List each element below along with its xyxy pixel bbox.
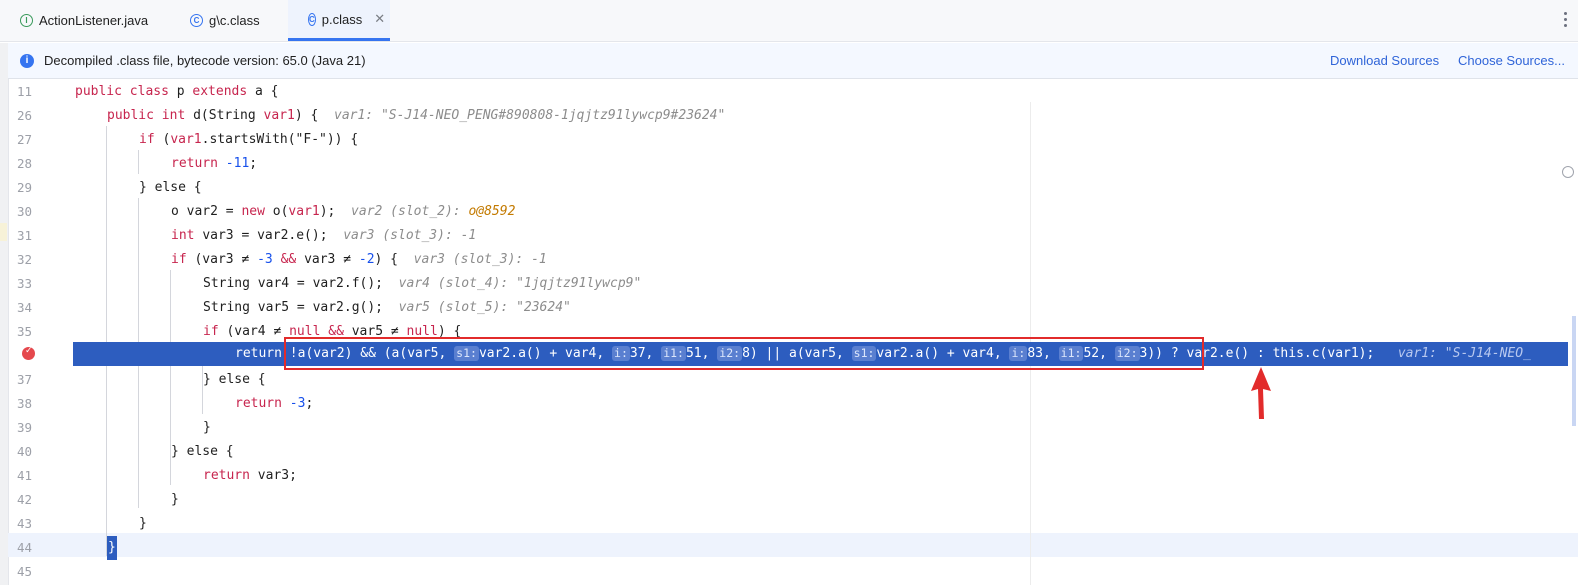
interface-icon: I [20, 14, 33, 27]
code-line: 44 } [8, 536, 1568, 560]
tab-label: g\c.class [209, 13, 260, 28]
line-number: 33 [16, 276, 32, 291]
class-icon: C [190, 14, 203, 27]
line-number: 28 [16, 156, 32, 171]
edge-marker [0, 223, 7, 241]
scrollbar[interactable] [1572, 316, 1576, 426]
code-text: } [203, 420, 211, 435]
code-text: return -3; [235, 396, 314, 411]
annotation-highlight-box [284, 337, 1204, 370]
line-number: 40 [16, 444, 32, 459]
code-text: return -11; [171, 156, 258, 171]
code-line: 11 public class p extends a { [8, 80, 1568, 104]
line-number: 38 [16, 396, 32, 411]
code-text: if (var3 ≠ -3 && var3 ≠ -2) { var3 (slot… [171, 252, 547, 267]
line-number: 31 [16, 228, 32, 243]
code-text: int var3 = var2.e(); var3 (slot_3): -1 [171, 228, 477, 243]
code-text: return var3; [203, 468, 297, 483]
info-icon: i [20, 53, 34, 68]
code-line: 29 } else { [8, 176, 1568, 200]
line-number: 29 [16, 180, 32, 195]
code-text: o var2 = new o(var1); var2 (slot_2): o@8… [171, 204, 516, 219]
line-number: 37 [16, 372, 32, 387]
code-line: 38 return -3; [8, 392, 1568, 416]
class-icon: C [308, 12, 316, 26]
code-line: 39 } [8, 416, 1568, 440]
line-number: 35 [16, 324, 32, 339]
code-text: } [171, 492, 179, 507]
code-line: 33 String var4 = var2.f(); var4 (slot_4)… [8, 272, 1568, 296]
code-line: 26 public int d(String var1) { var1: "S-… [8, 104, 1568, 128]
editor-tab-bar: I ActionListener.java C g\c.class C p.cl… [0, 0, 1578, 42]
download-sources-link[interactable]: Download Sources [1330, 53, 1439, 68]
line-number: 27 [16, 132, 32, 147]
code-line: 45 [8, 560, 1568, 584]
line-number: 41 [16, 468, 32, 483]
tab-label: ActionListener.java [39, 13, 149, 28]
line-number: 42 [16, 492, 32, 507]
code-text: } else { [203, 372, 266, 387]
code-line: 42 } [8, 488, 1568, 512]
code-text: } else { [139, 180, 202, 195]
code-line: 40 } else { [8, 440, 1568, 464]
line-number: 26 [16, 108, 32, 123]
line-number: 45 [16, 564, 32, 579]
code-editor[interactable]: 11 public class p extends a { 26 public … [8, 80, 1578, 585]
code-line: 31 int var3 = var2.e(); var3 (slot_3): -… [8, 224, 1568, 248]
code-text: public int d(String var1) { var1: "S-J14… [107, 108, 726, 123]
line-number: 32 [16, 252, 32, 267]
code-text: if (var1.startsWith("F-")) { [139, 132, 359, 147]
code-line: 32 if (var3 ≠ -3 && var3 ≠ -2) { var3 (s… [8, 248, 1568, 272]
code-text: } else { [171, 444, 234, 459]
gear-icon[interactable] [1562, 166, 1574, 178]
line-number: 34 [16, 300, 32, 315]
close-icon[interactable]: ✕ [374, 11, 385, 27]
code-text: public class p extends a { [75, 84, 279, 99]
red-arrow-annotation [1251, 367, 1271, 419]
line-number: 43 [16, 516, 32, 531]
banner-text: Decompiled .class file, bytecode version… [44, 53, 366, 68]
code-text: String var5 = var2.g(); var5 (slot_5): "… [203, 300, 571, 315]
code-line: 27 if (var1.startsWith("F-")) { [8, 128, 1568, 152]
code-text: String var4 = var2.f(); var4 (slot_4): "… [203, 276, 642, 291]
line-number: 11 [16, 84, 32, 99]
tab-actionlistener[interactable]: I ActionListener.java [0, 0, 170, 41]
tab-label: p.class [321, 11, 363, 27]
code-line: 30 o var2 = new o(var1); var2 (slot_2): … [8, 200, 1568, 224]
choose-sources-link[interactable]: Choose Sources... [1458, 53, 1565, 68]
tab-g-c-class[interactable]: C g\c.class [170, 0, 288, 41]
tab-p-class[interactable]: C p.class ✕ [288, 0, 390, 41]
breakpoint-icon[interactable]: ✓ [22, 346, 35, 360]
code-text: } [139, 516, 147, 531]
code-line: 37 } else { [8, 368, 1568, 392]
code-line: 43 } [8, 512, 1568, 536]
line-number: 44 [16, 540, 32, 555]
line-number: 30 [16, 204, 32, 219]
code-text: } [107, 536, 117, 560]
code-line: 41 return var3; [8, 464, 1568, 488]
line-number: 39 [16, 420, 32, 435]
code-line: 28 return -11; [8, 152, 1568, 176]
code-line: 34 String var5 = var2.g(); var5 (slot_5)… [8, 296, 1568, 320]
decompiled-banner: i Decompiled .class file, bytecode versi… [8, 43, 1578, 79]
more-options-icon[interactable] [1564, 12, 1568, 27]
